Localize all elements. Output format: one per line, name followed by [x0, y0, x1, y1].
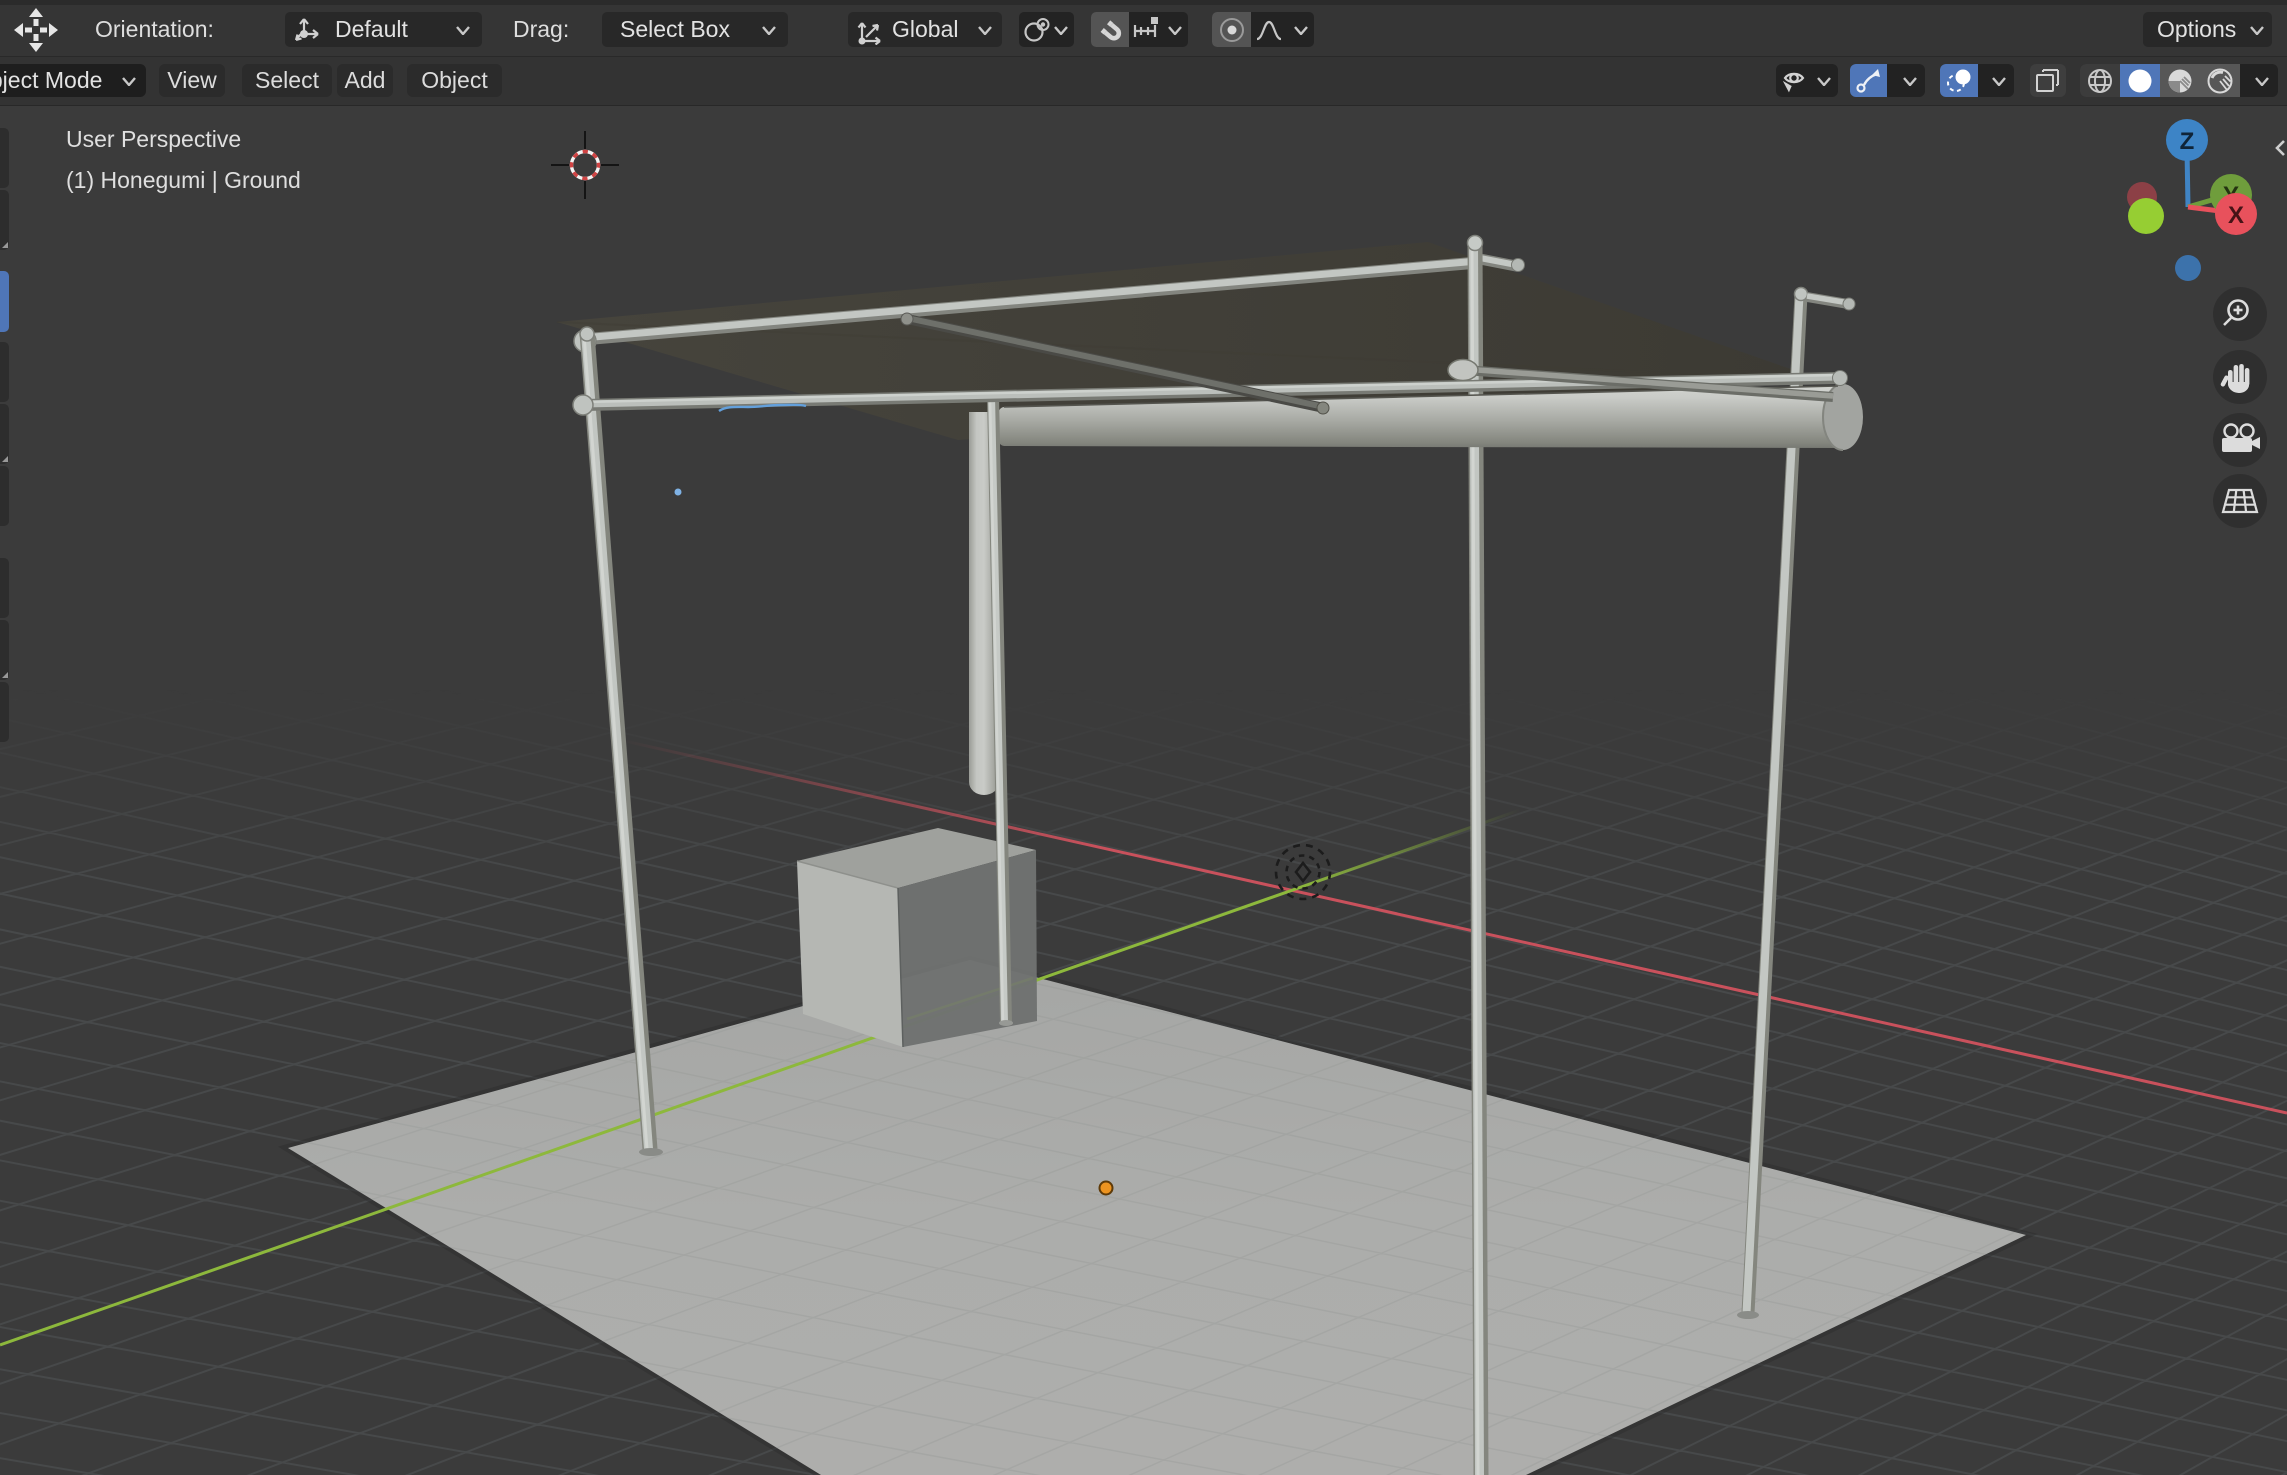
svg-text:Z: Z: [2180, 128, 2195, 155]
svg-text:User Perspective: User Perspective: [66, 126, 241, 152]
svg-text:(1) Honegumi | Ground: (1) Honegumi | Ground: [66, 167, 301, 193]
svg-text:X: X: [2228, 202, 2244, 229]
